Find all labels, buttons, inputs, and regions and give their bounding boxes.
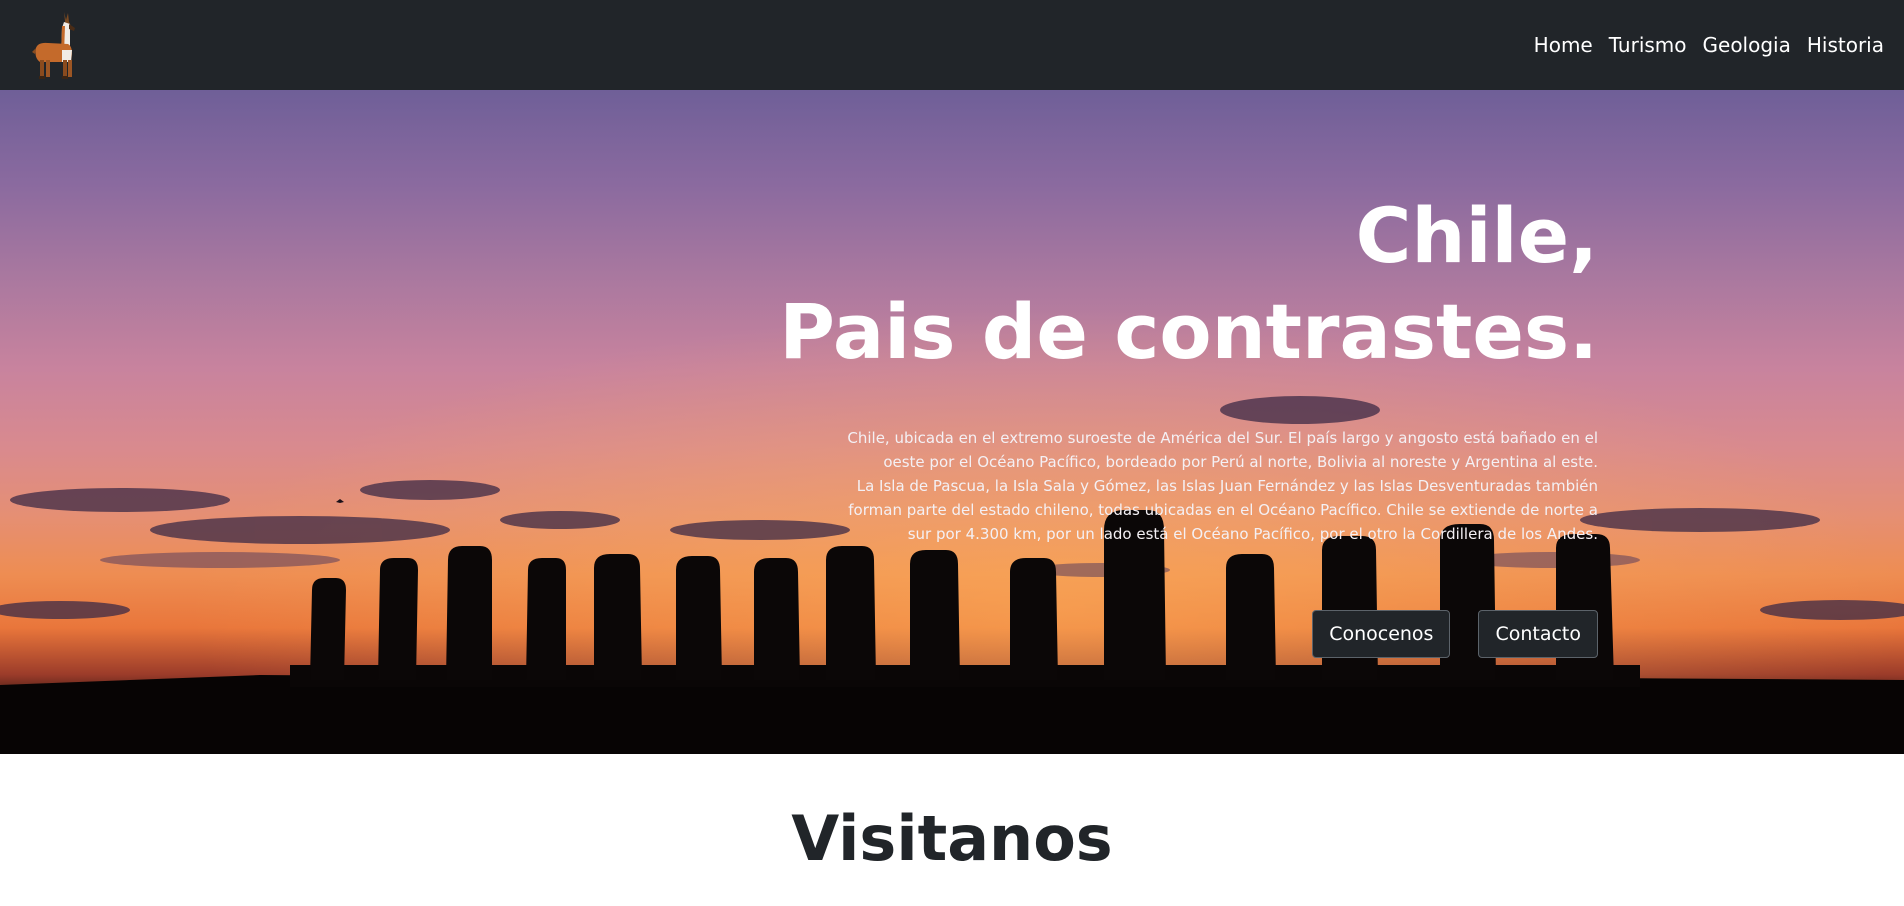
section-title: Visitanos xyxy=(791,802,1113,875)
nav-menu: Home Turismo Geologia Historia xyxy=(1534,0,1884,90)
nav-home[interactable]: Home xyxy=(1534,33,1593,57)
hero-description-line: forman parte del estado chileno, todas u… xyxy=(848,501,1598,519)
hero-banner: Chile, Pais de contrastes. Chile, ubicad… xyxy=(0,90,1904,754)
nav-turismo[interactable]: Turismo xyxy=(1609,33,1687,57)
hero-actions: Conocenos Contacto xyxy=(1312,610,1598,658)
hero-description-line: La Isla de Pascua, la Isla Sala y Gómez,… xyxy=(856,477,1598,495)
hero-title: Chile, Pais de contrastes. xyxy=(779,188,1598,380)
hero-description-line: sur por 4.300 km, por un lado está el Oc… xyxy=(907,525,1598,543)
hero-description-line: Chile, ubicada en el extremo suroeste de… xyxy=(847,429,1598,447)
hero-description: Chile, ubicada en el extremo suroeste de… xyxy=(838,426,1598,546)
conocenos-button[interactable]: Conocenos xyxy=(1312,610,1451,658)
hero-title-line-2: Pais de contrastes. xyxy=(779,287,1598,376)
nav-historia[interactable]: Historia xyxy=(1807,33,1884,57)
llama-icon[interactable] xyxy=(28,10,84,80)
nav-geologia[interactable]: Geologia xyxy=(1703,33,1791,57)
hero-title-line-1: Chile, xyxy=(1355,191,1598,280)
navbar: Home Turismo Geologia Historia xyxy=(0,0,1904,90)
contacto-button[interactable]: Contacto xyxy=(1478,610,1598,658)
hero-description-line: oeste por el Océano Pacífico, bordeado p… xyxy=(883,453,1598,471)
